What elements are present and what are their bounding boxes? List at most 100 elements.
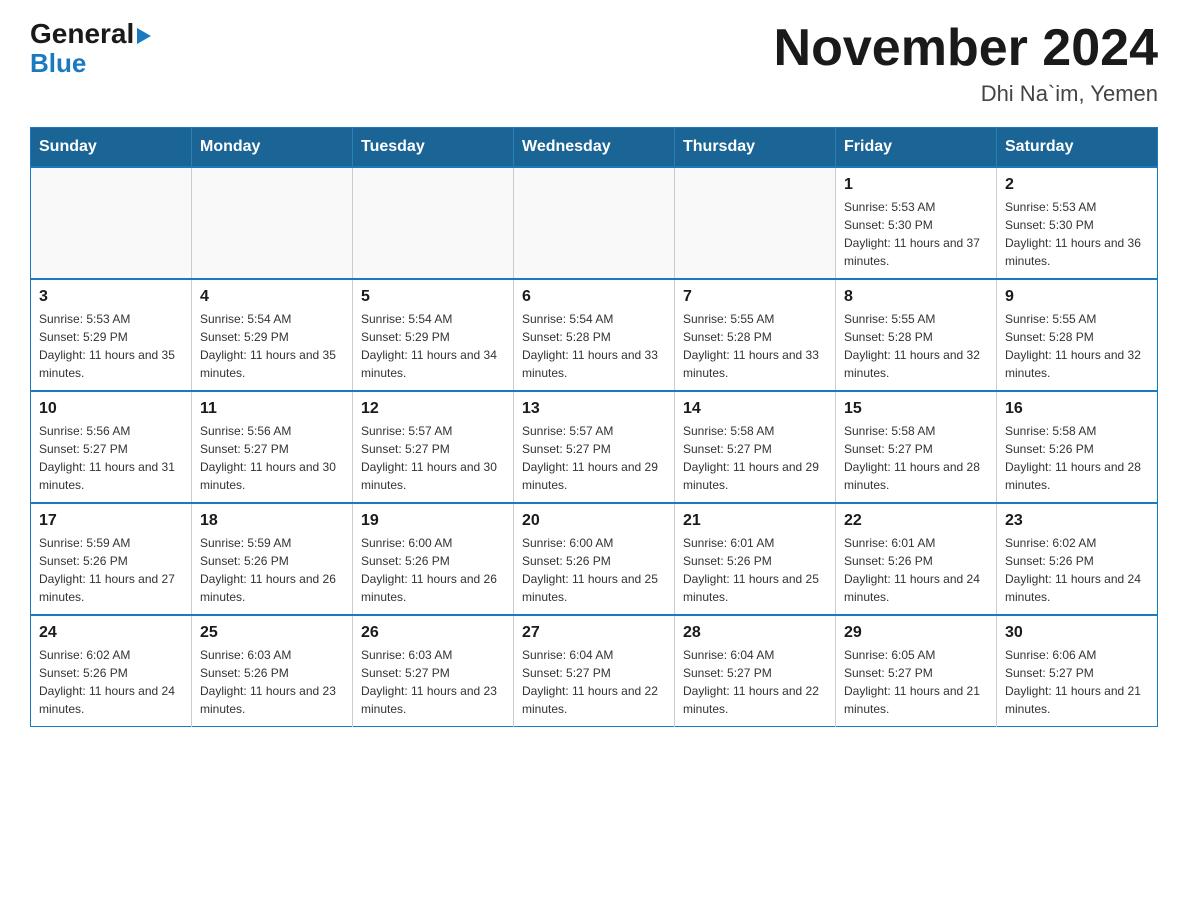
logo: General Blue <box>30 20 151 79</box>
day-number: 9 <box>1005 288 1149 306</box>
day-number: 13 <box>522 400 666 418</box>
day-number: 3 <box>39 288 183 306</box>
day-info: Sunrise: 6:06 AMSunset: 5:27 PMDaylight:… <box>1005 646 1149 718</box>
day-number: 2 <box>1005 176 1149 194</box>
calendar-cell: 13 Sunrise: 5:57 AMSunset: 5:27 PMDayligh… <box>514 391 675 503</box>
location: Dhi Na`im, Yemen <box>774 81 1158 107</box>
calendar-cell: 29Sunrise: 6:05 AMSunset: 5:27 PMDayligh… <box>836 615 997 727</box>
day-info: Sunrise: 5:53 AMSunset: 5:30 PMDaylight:… <box>1005 198 1149 270</box>
day-info: Sunrise: 5:53 AMSunset: 5:30 PMDaylight:… <box>844 198 988 270</box>
calendar-week-1: 1 Sunrise: 5:53 AMSunset: 5:30 PMDaylight… <box>31 167 1158 279</box>
calendar-cell: 3Sunrise: 5:53 AMSunset: 5:29 PMDaylight… <box>31 279 192 391</box>
header-tuesday: Tuesday <box>353 128 514 168</box>
calendar-cell: 21 Sunrise: 6:01 AMSunset: 5:26 PMDayligh… <box>675 503 836 615</box>
calendar-cell: 2 Sunrise: 5:53 AMSunset: 5:30 PMDaylight… <box>997 167 1158 279</box>
day-info: Sunrise: 5:55 AMSunset: 5:28 PMDaylight:… <box>683 310 827 382</box>
calendar-cell <box>675 167 836 279</box>
header-saturday: Saturday <box>997 128 1158 168</box>
day-info: Sunrise: 6:00 AMSunset: 5:26 PMDaylight:… <box>522 534 666 606</box>
day-info: Sunrise: 5:59 AMSunset: 5:26 PMDaylight:… <box>39 534 183 606</box>
day-number: 1 <box>844 176 988 194</box>
calendar-cell: 17Sunrise: 5:59 AMSunset: 5:26 PMDayligh… <box>31 503 192 615</box>
header-monday: Monday <box>192 128 353 168</box>
day-number: 10 <box>39 400 183 418</box>
day-number: 16 <box>1005 400 1149 418</box>
day-number: 15 <box>844 400 988 418</box>
day-info: Sunrise: 5:57 AMSunset: 5:27 PMDaylight:… <box>361 422 505 494</box>
calendar-cell: 20 Sunrise: 6:00 AMSunset: 5:26 PMDayligh… <box>514 503 675 615</box>
calendar-cell: 27 Sunrise: 6:04 AMSunset: 5:27 PMDayligh… <box>514 615 675 727</box>
calendar-cell: 12 Sunrise: 5:57 AMSunset: 5:27 PMDayligh… <box>353 391 514 503</box>
calendar-cell: 9 Sunrise: 5:55 AMSunset: 5:28 PMDaylight… <box>997 279 1158 391</box>
calendar-cell: 14Sunrise: 5:58 AMSunset: 5:27 PMDayligh… <box>675 391 836 503</box>
day-number: 30 <box>1005 624 1149 642</box>
day-number: 4 <box>200 288 344 306</box>
calendar-week-5: 24Sunrise: 6:02 AMSunset: 5:26 PMDayligh… <box>31 615 1158 727</box>
calendar-cell: 5Sunrise: 5:54 AMSunset: 5:29 PMDaylight… <box>353 279 514 391</box>
calendar-cell <box>31 167 192 279</box>
logo-general: General <box>30 20 151 48</box>
day-info: Sunrise: 5:56 AMSunset: 5:27 PMDaylight:… <box>200 422 344 494</box>
calendar-cell: 10 Sunrise: 5:56 AMSunset: 5:27 PMDayligh… <box>31 391 192 503</box>
calendar-week-3: 10 Sunrise: 5:56 AMSunset: 5:27 PMDayligh… <box>31 391 1158 503</box>
calendar-cell: 30 Sunrise: 6:06 AMSunset: 5:27 PMDayligh… <box>997 615 1158 727</box>
day-info: Sunrise: 5:54 AMSunset: 5:28 PMDaylight:… <box>522 310 666 382</box>
calendar-cell: 4 Sunrise: 5:54 AMSunset: 5:29 PMDaylight… <box>192 279 353 391</box>
calendar-cell <box>192 167 353 279</box>
day-info: Sunrise: 5:55 AMSunset: 5:28 PMDaylight:… <box>1005 310 1149 382</box>
day-info: Sunrise: 6:04 AMSunset: 5:27 PMDaylight:… <box>683 646 827 718</box>
month-title: November 2024 <box>774 20 1158 77</box>
header: General Blue November 2024 Dhi Na`im, Ye… <box>30 20 1158 107</box>
day-info: Sunrise: 6:03 AMSunset: 5:27 PMDaylight:… <box>361 646 505 718</box>
day-info: Sunrise: 6:02 AMSunset: 5:26 PMDaylight:… <box>39 646 183 718</box>
calendar-week-2: 3Sunrise: 5:53 AMSunset: 5:29 PMDaylight… <box>31 279 1158 391</box>
day-info: Sunrise: 6:04 AMSunset: 5:27 PMDaylight:… <box>522 646 666 718</box>
calendar-cell <box>353 167 514 279</box>
day-info: Sunrise: 5:56 AMSunset: 5:27 PMDaylight:… <box>39 422 183 494</box>
calendar-cell: 11 Sunrise: 5:56 AMSunset: 5:27 PMDayligh… <box>192 391 353 503</box>
calendar-cell: 25 Sunrise: 6:03 AMSunset: 5:26 PMDayligh… <box>192 615 353 727</box>
calendar-cell: 6 Sunrise: 5:54 AMSunset: 5:28 PMDaylight… <box>514 279 675 391</box>
calendar-week-4: 17Sunrise: 5:59 AMSunset: 5:26 PMDayligh… <box>31 503 1158 615</box>
day-info: Sunrise: 6:03 AMSunset: 5:26 PMDaylight:… <box>200 646 344 718</box>
title-section: November 2024 Dhi Na`im, Yemen <box>774 20 1158 107</box>
day-number: 21 <box>683 512 827 530</box>
day-info: Sunrise: 5:55 AMSunset: 5:28 PMDaylight:… <box>844 310 988 382</box>
weekday-header-row: Sunday Monday Tuesday Wednesday Thursday… <box>31 128 1158 168</box>
day-info: Sunrise: 6:01 AMSunset: 5:26 PMDaylight:… <box>683 534 827 606</box>
calendar-cell <box>514 167 675 279</box>
day-number: 20 <box>522 512 666 530</box>
calendar-cell: 22 Sunrise: 6:01 AMSunset: 5:26 PMDayligh… <box>836 503 997 615</box>
calendar-cell: 7 Sunrise: 5:55 AMSunset: 5:28 PMDaylight… <box>675 279 836 391</box>
calendar: Sunday Monday Tuesday Wednesday Thursday… <box>30 127 1158 727</box>
day-number: 25 <box>200 624 344 642</box>
day-info: Sunrise: 5:58 AMSunset: 5:26 PMDaylight:… <box>1005 422 1149 494</box>
day-info: Sunrise: 6:02 AMSunset: 5:26 PMDaylight:… <box>1005 534 1149 606</box>
calendar-cell: 28Sunrise: 6:04 AMSunset: 5:27 PMDayligh… <box>675 615 836 727</box>
logo-blue-text: Blue <box>30 48 86 79</box>
calendar-cell: 19Sunrise: 6:00 AMSunset: 5:26 PMDayligh… <box>353 503 514 615</box>
day-number: 7 <box>683 288 827 306</box>
day-info: Sunrise: 5:58 AMSunset: 5:27 PMDaylight:… <box>683 422 827 494</box>
day-number: 12 <box>361 400 505 418</box>
day-info: Sunrise: 5:57 AMSunset: 5:27 PMDaylight:… <box>522 422 666 494</box>
day-number: 19 <box>361 512 505 530</box>
day-number: 22 <box>844 512 988 530</box>
day-number: 11 <box>200 400 344 418</box>
header-sunday: Sunday <box>31 128 192 168</box>
day-number: 23 <box>1005 512 1149 530</box>
day-number: 27 <box>522 624 666 642</box>
day-info: Sunrise: 5:54 AMSunset: 5:29 PMDaylight:… <box>200 310 344 382</box>
day-number: 6 <box>522 288 666 306</box>
calendar-cell: 26 Sunrise: 6:03 AMSunset: 5:27 PMDayligh… <box>353 615 514 727</box>
day-info: Sunrise: 5:59 AMSunset: 5:26 PMDaylight:… <box>200 534 344 606</box>
calendar-cell: 23 Sunrise: 6:02 AMSunset: 5:26 PMDayligh… <box>997 503 1158 615</box>
day-number: 29 <box>844 624 988 642</box>
header-wednesday: Wednesday <box>514 128 675 168</box>
calendar-cell: 16 Sunrise: 5:58 AMSunset: 5:26 PMDayligh… <box>997 391 1158 503</box>
day-info: Sunrise: 6:01 AMSunset: 5:26 PMDaylight:… <box>844 534 988 606</box>
calendar-cell: 1 Sunrise: 5:53 AMSunset: 5:30 PMDaylight… <box>836 167 997 279</box>
header-friday: Friday <box>836 128 997 168</box>
day-number: 8 <box>844 288 988 306</box>
day-number: 26 <box>361 624 505 642</box>
